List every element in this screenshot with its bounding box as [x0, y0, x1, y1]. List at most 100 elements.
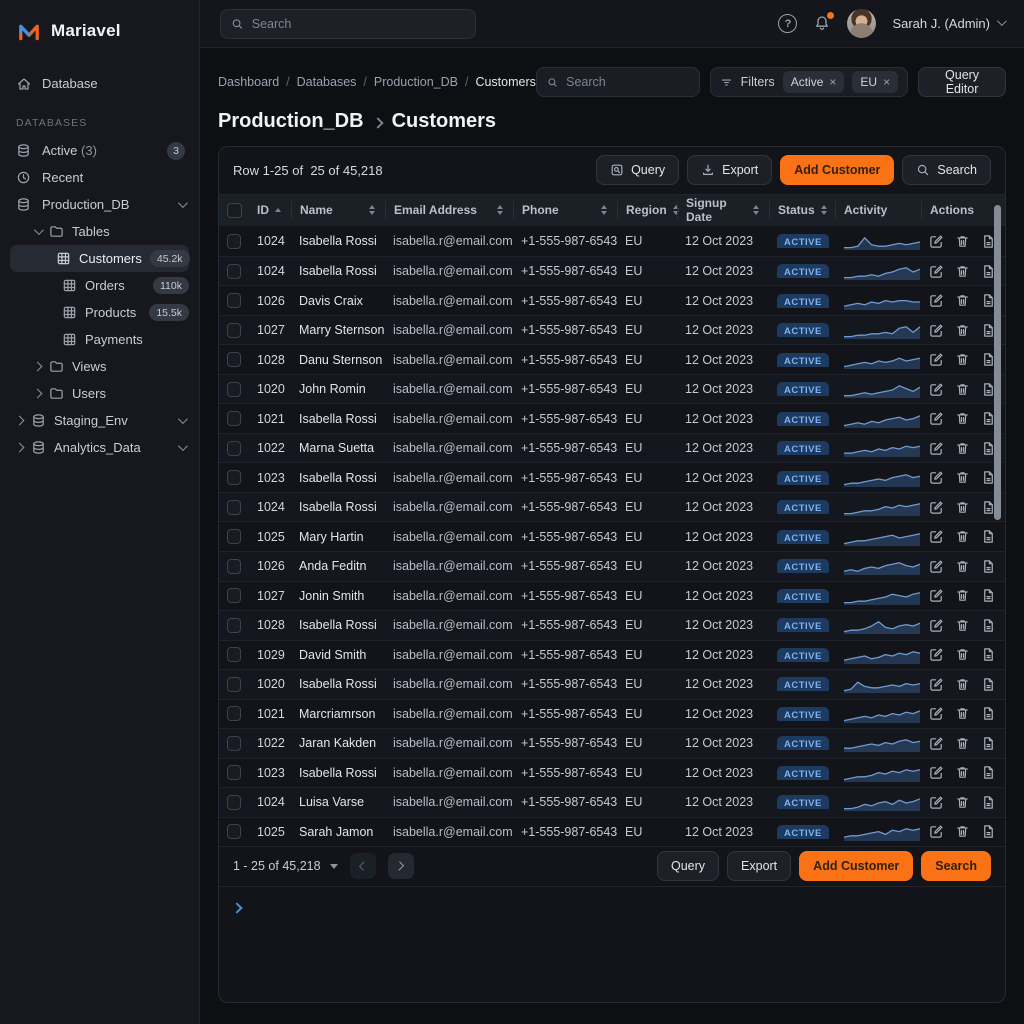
column-header-signup-date[interactable]: Signup Date — [677, 201, 769, 219]
table-row[interactable]: 1022 Jaran Kakden isabella.r@email.com +… — [219, 728, 1005, 758]
delete-icon[interactable] — [955, 234, 970, 249]
delete-icon[interactable] — [955, 736, 970, 751]
search-button[interactable]: Search — [902, 155, 991, 185]
table-row[interactable]: 1020 Isabella Rossi isabella.r@email.com… — [219, 669, 1005, 699]
table-row[interactable]: 1025 Mary Hartin isabella.r@email.com +1… — [219, 521, 1005, 551]
sidebar-item-tables[interactable]: Tables — [0, 218, 199, 245]
document-icon[interactable] — [981, 559, 996, 574]
sidebar-item-orders[interactable]: Orders 110k — [0, 272, 199, 299]
sidebar-item-production-db[interactable]: Production_DB — [0, 191, 199, 218]
row-checkbox[interactable] — [227, 765, 241, 780]
search-button[interactable]: Search — [921, 851, 991, 881]
add-customer-button[interactable]: Add Customer — [799, 851, 913, 881]
table-row[interactable]: 1028 Danu Sternson isabella.r@email.com … — [219, 344, 1005, 374]
table-row[interactable]: 1024 Isabella Rossi isabella.r@email.com… — [219, 492, 1005, 522]
edit-icon[interactable] — [929, 677, 944, 692]
chevron-down-icon[interactable] — [178, 198, 188, 208]
table-row[interactable]: 1026 Anda Feditn isabella.r@email.com +1… — [219, 551, 1005, 581]
row-checkbox[interactable] — [227, 323, 241, 338]
row-checkbox[interactable] — [227, 559, 241, 574]
user-menu[interactable]: Sarah J. (Admin) — [892, 16, 1004, 31]
document-icon[interactable] — [981, 529, 996, 544]
delete-icon[interactable] — [955, 706, 970, 721]
table-row[interactable]: 1027 Jonin Smith isabella.r@email.com +1… — [219, 581, 1005, 611]
document-icon[interactable] — [981, 795, 996, 810]
delete-icon[interactable] — [955, 765, 970, 780]
sidebar-item-users[interactable]: Users — [0, 380, 199, 407]
delete-icon[interactable] — [955, 264, 970, 279]
table-row[interactable]: 1021 Marcriamrson isabella.r@email.com +… — [219, 699, 1005, 729]
table-row[interactable]: 1023 Isabella Rossi isabella.r@email.com… — [219, 462, 1005, 492]
query-button[interactable]: Query — [596, 155, 679, 185]
delete-icon[interactable] — [955, 500, 970, 515]
notifications-bell-icon[interactable] — [813, 14, 831, 34]
edit-icon[interactable] — [929, 234, 944, 249]
table-search-input[interactable] — [566, 75, 689, 89]
document-icon[interactable] — [981, 618, 996, 633]
table-row[interactable]: 1028 Isabella Rossi isabella.r@email.com… — [219, 610, 1005, 640]
query-editor-button[interactable]: Query Editor — [918, 67, 1006, 97]
delete-icon[interactable] — [955, 352, 970, 367]
delete-icon[interactable] — [955, 382, 970, 397]
column-header-name[interactable]: Name — [291, 201, 385, 219]
row-checkbox[interactable] — [227, 736, 241, 751]
edit-icon[interactable] — [929, 736, 944, 751]
delete-icon[interactable] — [955, 529, 970, 544]
edit-icon[interactable] — [929, 824, 944, 839]
row-checkbox[interactable] — [227, 618, 241, 633]
edit-icon[interactable] — [929, 441, 944, 456]
edit-icon[interactable] — [929, 795, 944, 810]
sidebar-item-staging-env[interactable]: Staging_Env — [0, 407, 199, 434]
row-checkbox[interactable] — [227, 795, 241, 810]
delete-icon[interactable] — [955, 293, 970, 308]
table-search[interactable] — [536, 67, 700, 97]
filter-chip-eu[interactable]: EU × — [852, 71, 898, 93]
delete-icon[interactable] — [955, 470, 970, 485]
breadcrumb-item[interactable]: Production_DB — [374, 75, 458, 89]
document-icon[interactable] — [981, 677, 996, 692]
row-checkbox[interactable] — [227, 352, 241, 367]
edit-icon[interactable] — [929, 647, 944, 662]
row-checkbox[interactable] — [227, 264, 241, 279]
row-checkbox[interactable] — [227, 824, 241, 839]
row-checkbox[interactable] — [227, 441, 241, 456]
export-button[interactable]: Export — [687, 155, 772, 185]
table-row[interactable]: 1024 Isabella Rossi isabella.r@email.com… — [219, 226, 1005, 256]
prev-page-button[interactable] — [350, 853, 376, 879]
table-row[interactable]: 1027 Marry Sternson isabella.r@email.com… — [219, 315, 1005, 345]
row-checkbox[interactable] — [227, 588, 241, 603]
delete-icon[interactable] — [955, 559, 970, 574]
chevron-down-icon[interactable] — [178, 414, 188, 424]
edit-icon[interactable] — [929, 559, 944, 574]
sidebar-item-active[interactable]: Active (3) 3 — [0, 137, 199, 164]
scrollbar-thumb[interactable] — [994, 205, 1001, 520]
row-checkbox[interactable] — [227, 470, 241, 485]
edit-icon[interactable] — [929, 382, 944, 397]
delete-icon[interactable] — [955, 411, 970, 426]
row-checkbox[interactable] — [227, 411, 241, 426]
help-icon[interactable]: ? — [778, 14, 797, 33]
sidebar-item-views[interactable]: Views — [0, 353, 199, 380]
sidebar-item-analytics-data[interactable]: Analytics_Data — [0, 434, 199, 461]
edit-icon[interactable] — [929, 411, 944, 426]
add-customer-button[interactable]: Add Customer — [780, 155, 894, 185]
edit-icon[interactable] — [929, 264, 944, 279]
row-checkbox[interactable] — [227, 293, 241, 308]
delete-icon[interactable] — [955, 323, 970, 338]
filter-chip-active[interactable]: Active × — [783, 71, 845, 93]
table-row[interactable]: 1023 Isabella Rossi isabella.r@email.com… — [219, 758, 1005, 788]
column-header-id[interactable]: ID — [249, 201, 291, 219]
edit-icon[interactable] — [929, 588, 944, 603]
row-checkbox[interactable] — [227, 500, 241, 515]
user-avatar[interactable] — [847, 9, 876, 38]
table-row[interactable]: 1020 John Romin isabella.r@email.com +1-… — [219, 374, 1005, 404]
row-checkbox[interactable] — [227, 234, 241, 249]
table-row[interactable]: 1029 David Smith isabella.r@email.com +1… — [219, 640, 1005, 670]
document-icon[interactable] — [981, 824, 996, 839]
delete-icon[interactable] — [955, 677, 970, 692]
document-icon[interactable] — [981, 647, 996, 662]
global-search-input[interactable] — [252, 17, 465, 31]
column-header-status[interactable]: Status — [769, 201, 835, 219]
edit-icon[interactable] — [929, 765, 944, 780]
breadcrumb-item[interactable]: Databases — [297, 75, 357, 89]
